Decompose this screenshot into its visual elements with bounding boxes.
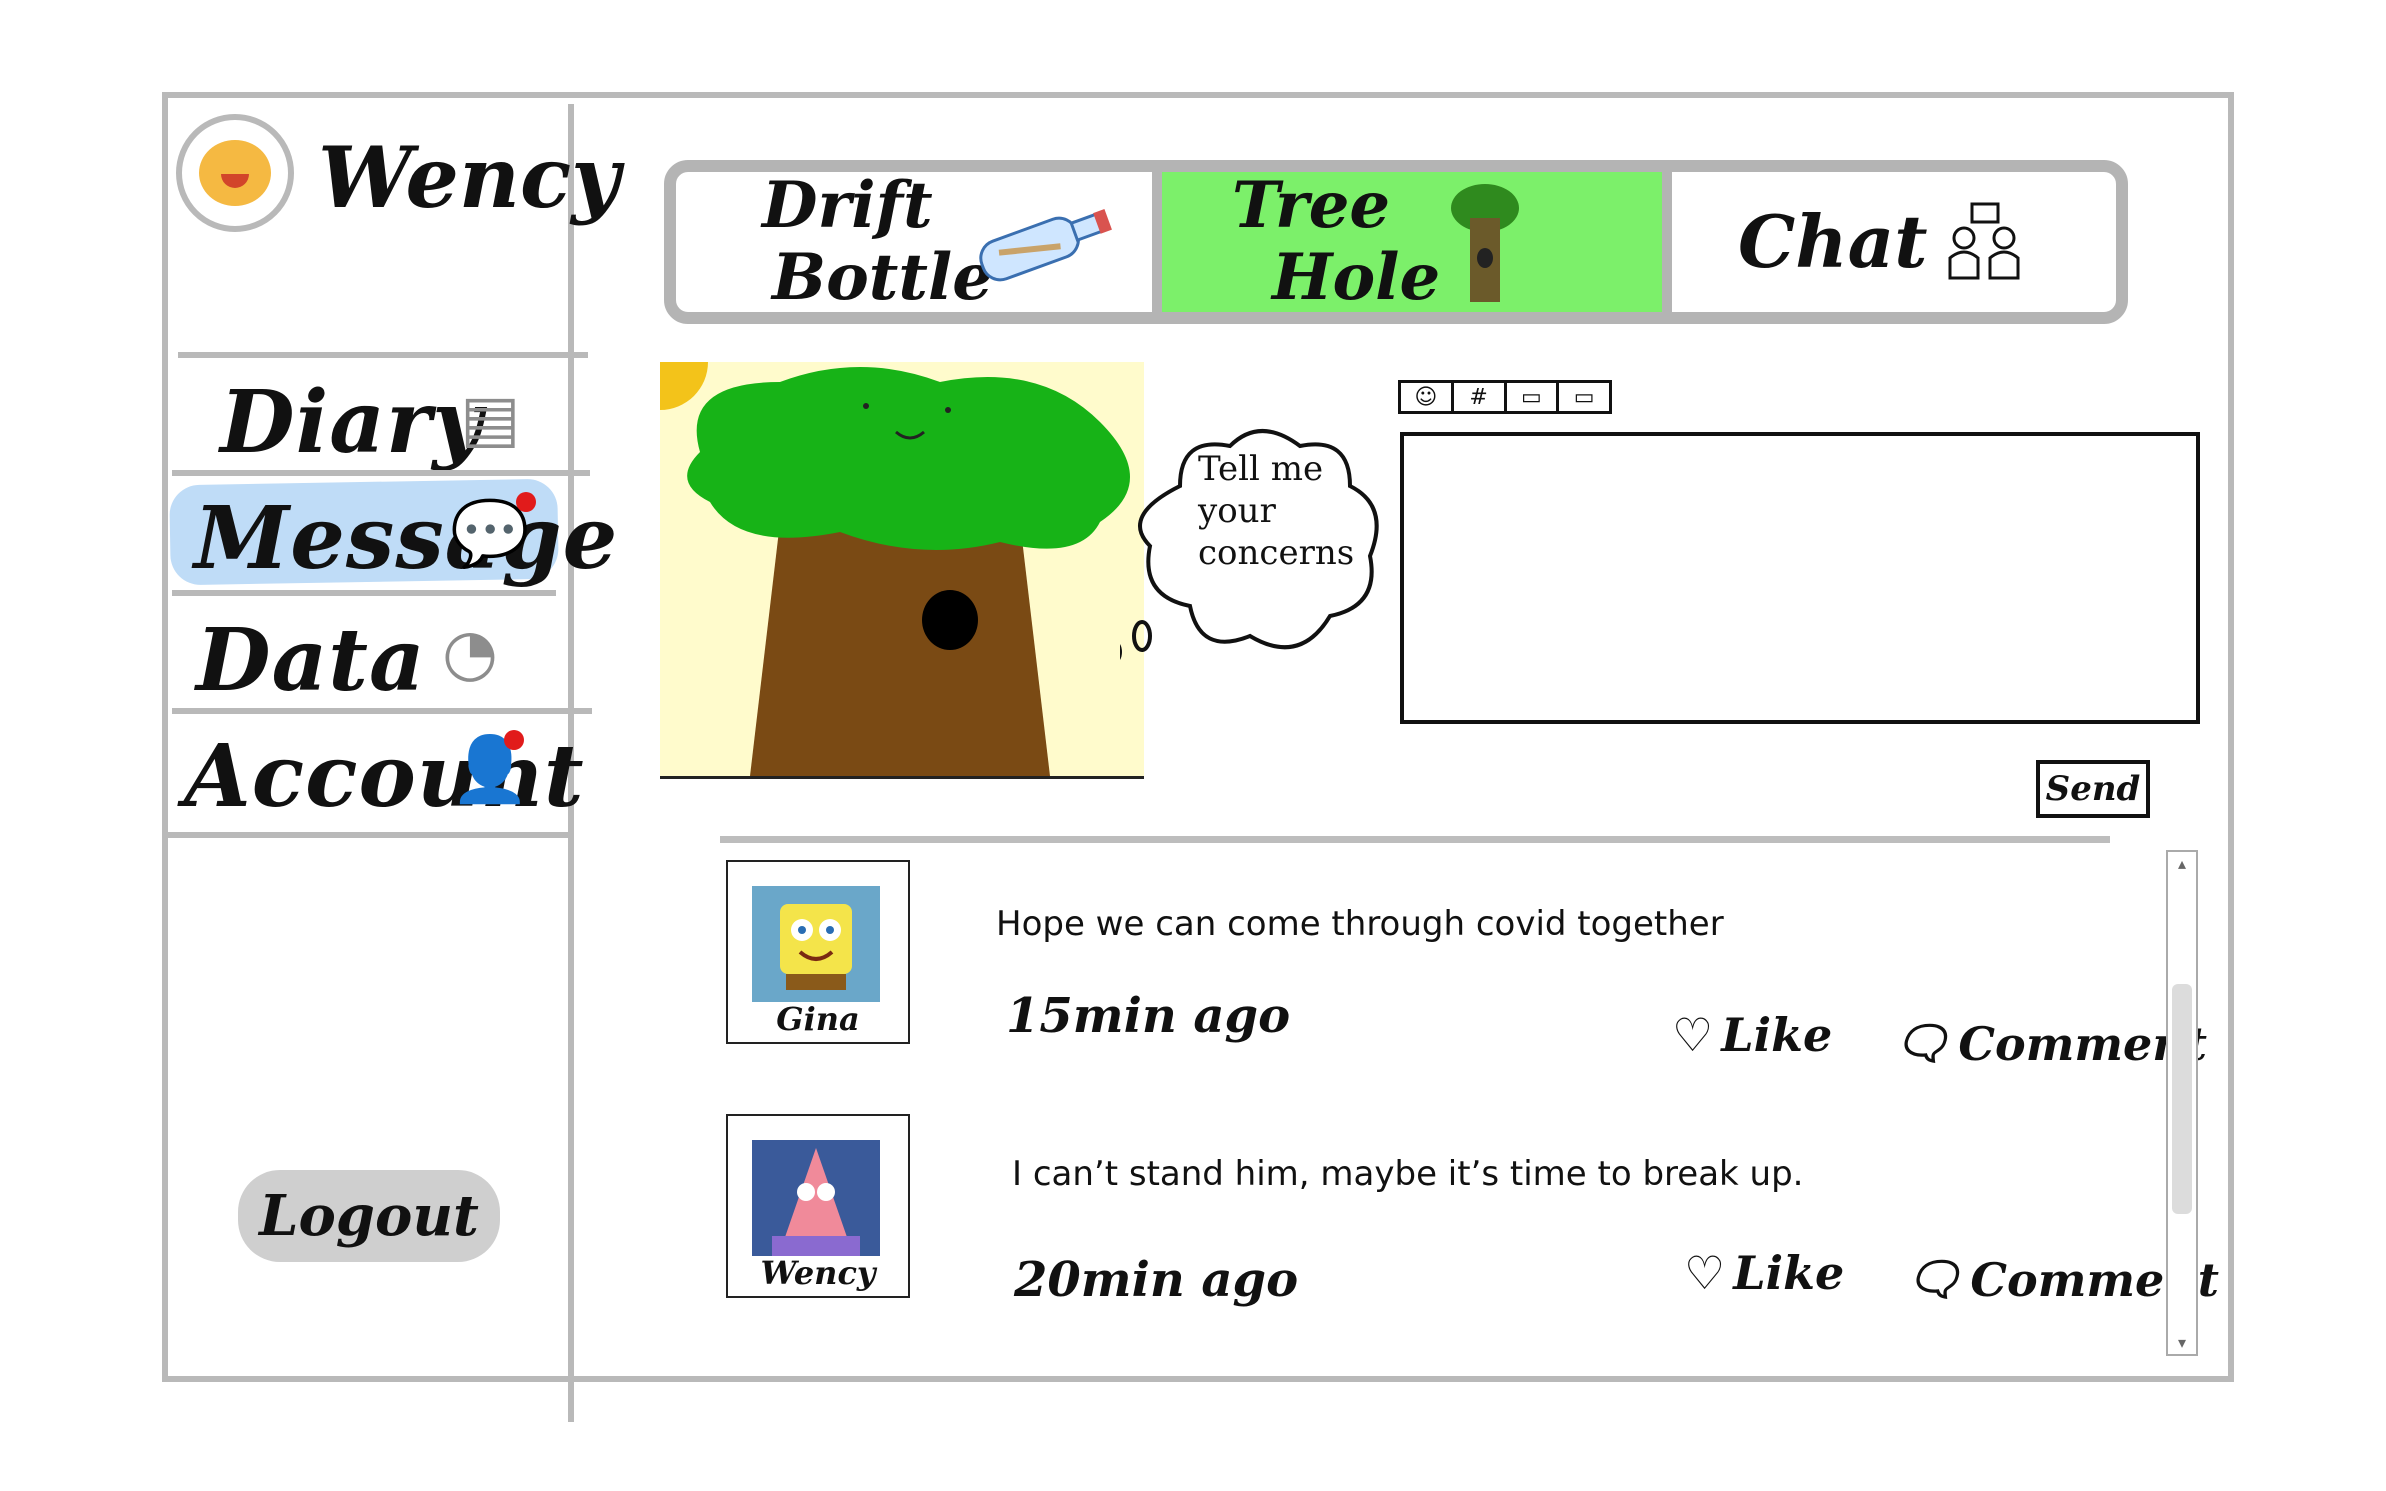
speech-text: Tell me your concerns [1198, 449, 1355, 573]
tab-separator [1662, 172, 1672, 312]
tab-label-line2: Bottle [772, 240, 993, 315]
send-button[interactable]: Send [2036, 760, 2150, 818]
tree-icon [660, 362, 1130, 776]
like-button[interactable]: ♡ Like [1684, 1246, 1844, 1300]
scroll-up-icon[interactable]: ▴ [2168, 854, 2196, 873]
user-name: Wency [318, 128, 620, 227]
post-time: 15min ago [1006, 988, 1291, 1044]
post-text: Hope we can come through covid together [996, 904, 1724, 944]
tree-hole-illustration [660, 362, 1144, 779]
tab-drift-bottle[interactable]: Drift Bottle [676, 170, 1152, 314]
post-author: Wency [760, 1254, 876, 1292]
heart-icon: ♡ [1684, 1246, 1726, 1300]
sidebar-item-label: Diary [220, 371, 484, 473]
post-time: 20min ago [1014, 1252, 1299, 1308]
logout-button[interactable]: Logout [238, 1170, 500, 1262]
sidebar-item-label: Data [196, 609, 426, 711]
notebook-icon: ▤ [460, 382, 521, 456]
avatar[interactable] [176, 114, 294, 232]
group-icon [1948, 202, 2020, 280]
heart-icon: ♡ [1672, 1008, 1714, 1062]
tab-label-line1: Tree [1232, 168, 1391, 243]
sidebar-item-account[interactable]: Account 👤 [180, 716, 584, 836]
sidebar-divider-top [178, 352, 588, 358]
tab-separator [1152, 172, 1162, 312]
video-icon[interactable]: ▭ [1559, 383, 1609, 411]
feed-divider [720, 836, 2110, 843]
avatar-emoji-icon [199, 140, 271, 206]
tab-tree-hole[interactable]: Tree Hole [1162, 170, 1662, 314]
notification-badge [516, 492, 536, 512]
comment-icon: 🗨 [1904, 1252, 1963, 1306]
sidebar-item-diary[interactable]: Diary ▤ [180, 362, 560, 482]
comment-button[interactable]: 🗨 Comment [1892, 1016, 2207, 1071]
image-icon[interactable]: ▭ [1507, 383, 1560, 411]
feed-scrollbar[interactable]: ▴ ▾ [2166, 850, 2198, 1356]
like-label: Like [1721, 1008, 1833, 1062]
bottle-icon [979, 209, 1112, 282]
composer-toolbar: ☺ # ▭ ▭ [1398, 380, 1612, 414]
comment-icon: 🗨 [1892, 1016, 1951, 1070]
sidebar-divider [172, 590, 556, 596]
tab-label-line2: Hole [1272, 240, 1441, 315]
sidebar-divider [172, 470, 590, 476]
post-avatar-card[interactable]: Gina [726, 860, 910, 1044]
sidebar-divider [168, 832, 568, 838]
sponge-avatar-image [752, 886, 880, 1002]
tab-label: Tree Hole [1232, 170, 1440, 314]
star-avatar-image [752, 1140, 880, 1256]
notification-badge [504, 730, 524, 750]
tab-label: Chat [1738, 199, 1928, 284]
tab-label: Drift Bottle [762, 170, 993, 314]
post-text: I can’t stand him, maybe it’s time to br… [1012, 1154, 1804, 1194]
tab-bar: Drift Bottle Tree Hole Chat [664, 160, 2128, 324]
hashtag-icon[interactable]: # [1454, 383, 1507, 411]
tree-icon [1451, 184, 1519, 302]
sidebar-item-data[interactable]: Data ◔ [180, 600, 560, 720]
sidebar-divider [172, 708, 592, 714]
tab-chat[interactable]: Chat [1672, 172, 2116, 312]
sidebar-item-label: Message [194, 487, 619, 589]
like-button[interactable]: ♡ Like [1672, 1008, 1832, 1062]
post-author: Gina [776, 1000, 860, 1038]
sidebar-item-message[interactable]: Message 💬 [180, 478, 617, 598]
pie-chart-icon: ◔ [442, 616, 498, 690]
message-input[interactable] [1400, 432, 2200, 724]
like-label: Like [1733, 1246, 1845, 1300]
scroll-down-icon[interactable]: ▾ [2168, 1333, 2196, 1352]
scroll-thumb[interactable] [2172, 984, 2192, 1214]
tab-label-line1: Drift [762, 168, 933, 243]
emoji-icon[interactable]: ☺ [1401, 383, 1454, 411]
post-avatar-card[interactable]: Wency [726, 1114, 910, 1298]
